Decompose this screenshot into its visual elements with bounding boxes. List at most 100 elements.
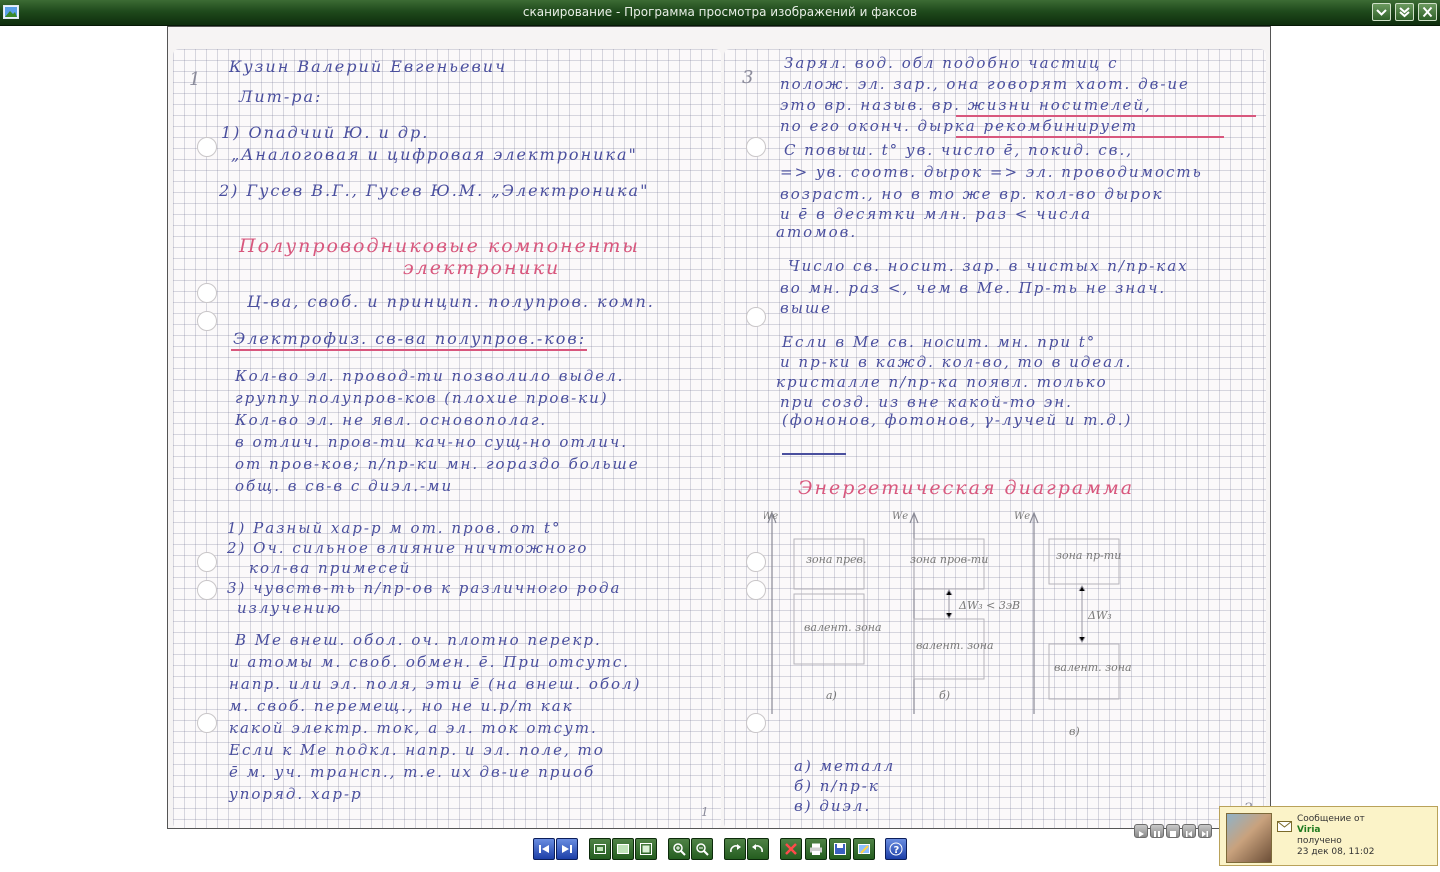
help-button[interactable]: ? (885, 838, 907, 860)
red-underline (956, 136, 1224, 138)
text-line: и атомы м. своб. обмен. ē. При отсутс. (229, 653, 631, 671)
text-line: С повыш. t° ув. число ē, покид. св., (784, 141, 1134, 159)
next-image-icon (562, 845, 572, 853)
zoom-in-button[interactable] (668, 838, 690, 860)
print-button[interactable] (805, 838, 827, 860)
text-line: и ē в десятки млн. раз < числа (780, 205, 1093, 223)
text-line: в отлич. пров-ти кач-но сущ-но отлич. (235, 433, 628, 451)
subheading: Электрофиз. св-ва полупров.-ков: (233, 329, 587, 348)
previous-image-icon (539, 845, 549, 853)
slideshow-icon (640, 843, 652, 855)
minimize-button[interactable] (1372, 3, 1391, 21)
band-label: валент. зона (804, 621, 882, 634)
text-line: Ц-ва, своб. и принцип. полупров. комп. (247, 292, 655, 311)
text-line: Кол-во эл. провод-ти позволило выдел. (235, 367, 625, 385)
play-button[interactable] (1134, 824, 1148, 838)
sub-label: б) (939, 689, 950, 702)
play-icon (1139, 831, 1144, 837)
next-track-button[interactable] (1198, 824, 1212, 838)
reference-1-title: „Аналоговая и цифровая электроника" (231, 145, 638, 164)
previous-track-button[interactable] (1182, 824, 1196, 838)
list-item: 2) Оч. сильное влияние ничтожного (227, 539, 589, 557)
slideshow-button[interactable] (635, 838, 657, 860)
binder-hole (746, 307, 766, 327)
text-line: => ув. соотв. дырок => эл. проводимость (780, 163, 1203, 181)
pause-button[interactable] (1150, 824, 1164, 838)
delete-button[interactable] (780, 838, 802, 860)
restore-button[interactable] (1395, 3, 1414, 21)
binder-hole (197, 580, 217, 600)
text-line: (фононов, фотонов, γ-лучей и т.д.) (782, 411, 1133, 429)
band-label: зона пр-ти (1056, 549, 1121, 562)
delete-icon (785, 843, 797, 855)
text-line: Если в Ме св. носит. мн. при t° (782, 333, 1097, 351)
binder-hole (746, 552, 766, 572)
text-line: общ. в св-в с диэл.-ми (235, 477, 454, 495)
text-line: и пр-ки в кажд. кол-во, то в идеал. (780, 353, 1133, 371)
next-image-button[interactable] (556, 838, 578, 860)
axis-label: Wе (1014, 511, 1030, 522)
open-editor-icon (858, 844, 870, 854)
section-heading-2: электроники (403, 257, 561, 279)
text-line: Кол-во эл. не явл. основополаг. (235, 411, 548, 429)
sub-label: в) (1069, 725, 1080, 738)
notification-title: Сообщение от (1297, 814, 1365, 824)
text-line: группу полупров-ков (плохие пров-ки) (235, 389, 609, 407)
energy-band-diagram: Wе Wе Wе зона прев. зона пров-ти зона пр… (764, 499, 1144, 749)
text-line: м. своб. перемещ., но не и.р/т как (229, 697, 574, 715)
list-item: 3) чувств-ть п/пр-ов к различного рода (227, 579, 622, 597)
binder-hole (197, 137, 217, 157)
zoom-in-icon (673, 843, 686, 856)
axis-label: Wе (892, 511, 908, 522)
message-notification[interactable]: Сообщение от Viria получено 23 дек 08, 1… (1219, 806, 1438, 866)
actual-size-button[interactable] (612, 838, 634, 860)
rotate-counterclockwise-button[interactable] (747, 838, 769, 860)
rotate-counterclockwise-icon (752, 844, 763, 853)
help-icon: ? (889, 842, 903, 856)
notification-sender[interactable]: Viria (1297, 825, 1374, 836)
previous-track-icon (1186, 831, 1192, 837)
text-line: какой электр. ток, а эл. ток отсут. (229, 719, 598, 737)
sub-label: а) (826, 689, 837, 702)
text-line: Число св. носит. зар. в чистых п/пр-ках (788, 257, 1189, 275)
text-line: при созд. из вне какой-то эн. (780, 393, 1073, 411)
text-line: кристалле п/пр-ка появл. только (776, 373, 1108, 391)
best-fit-button[interactable] (589, 838, 611, 860)
notification-text: Сообщение от Viria получено 23 дек 08, 1… (1297, 814, 1374, 858)
legend-item: а) металл (794, 757, 896, 775)
diagram-graphics: Wе Wе Wе зона прев. зона пров-ти зона пр… (764, 511, 1132, 738)
save-button[interactable] (829, 838, 851, 860)
text-line: по его оконч. дырка рекомбинирует (780, 117, 1139, 135)
binder-hole (746, 137, 766, 157)
diagram-labels: Wе Wе Wе зона прев. зона пров-ти зона пр… (764, 511, 1132, 738)
axis-label: Wе (764, 511, 778, 522)
zoom-out-button[interactable] (691, 838, 713, 860)
open-editor-button[interactable] (853, 838, 875, 860)
gap-label: ΔW₃ < 3эВ (958, 599, 1020, 612)
text-line: ē м. уч. трансп., т.е. их дв-ие приоб (229, 763, 596, 781)
subheading-underline (231, 349, 587, 351)
stop-icon (1170, 831, 1176, 837)
section-heading: Полупроводниковые компоненты (239, 235, 640, 257)
reference-2: 2) Гусев В.Г., Гусев Ю.М. „Электроника" (219, 181, 650, 200)
notebook-page-right: 3 Зарял. вод. обл подобно частиц с полож… (724, 49, 1266, 828)
binder-hole (746, 713, 766, 733)
image-viewport[interactable]: 1 Кузин Валерий Евгеньевич Лит-ра: 1) Оп… (0, 26, 1440, 832)
save-icon (834, 843, 846, 855)
rotate-clockwise-button[interactable] (724, 838, 746, 860)
strike-line (782, 453, 846, 455)
notebook-page-left: 1 Кузин Валерий Евгеньевич Лит-ра: 1) Оп… (173, 49, 721, 828)
pause-icon (1154, 831, 1160, 837)
text-line: напр. или эл. поля, эти ē (на внеш. обол… (229, 675, 642, 693)
rotate-clockwise-icon (730, 844, 741, 853)
media-player-controls (1134, 824, 1214, 840)
text-line: упоряд. хар-р (229, 785, 363, 803)
notification-datetime: 23 дек 08, 11:02 (1297, 847, 1375, 857)
scanned-notebook-image: 1 Кузин Валерий Евгеньевич Лит-ра: 1) Оп… (167, 26, 1271, 829)
previous-image-button[interactable] (533, 838, 555, 860)
restore-icon (1399, 7, 1410, 18)
text-line: это вр. назыв. вр. жизни носителей, (780, 96, 1152, 114)
stop-button[interactable] (1166, 824, 1180, 838)
title-bar: сканирование - Программа просмотра изобр… (0, 0, 1440, 26)
close-button[interactable] (1418, 3, 1437, 21)
